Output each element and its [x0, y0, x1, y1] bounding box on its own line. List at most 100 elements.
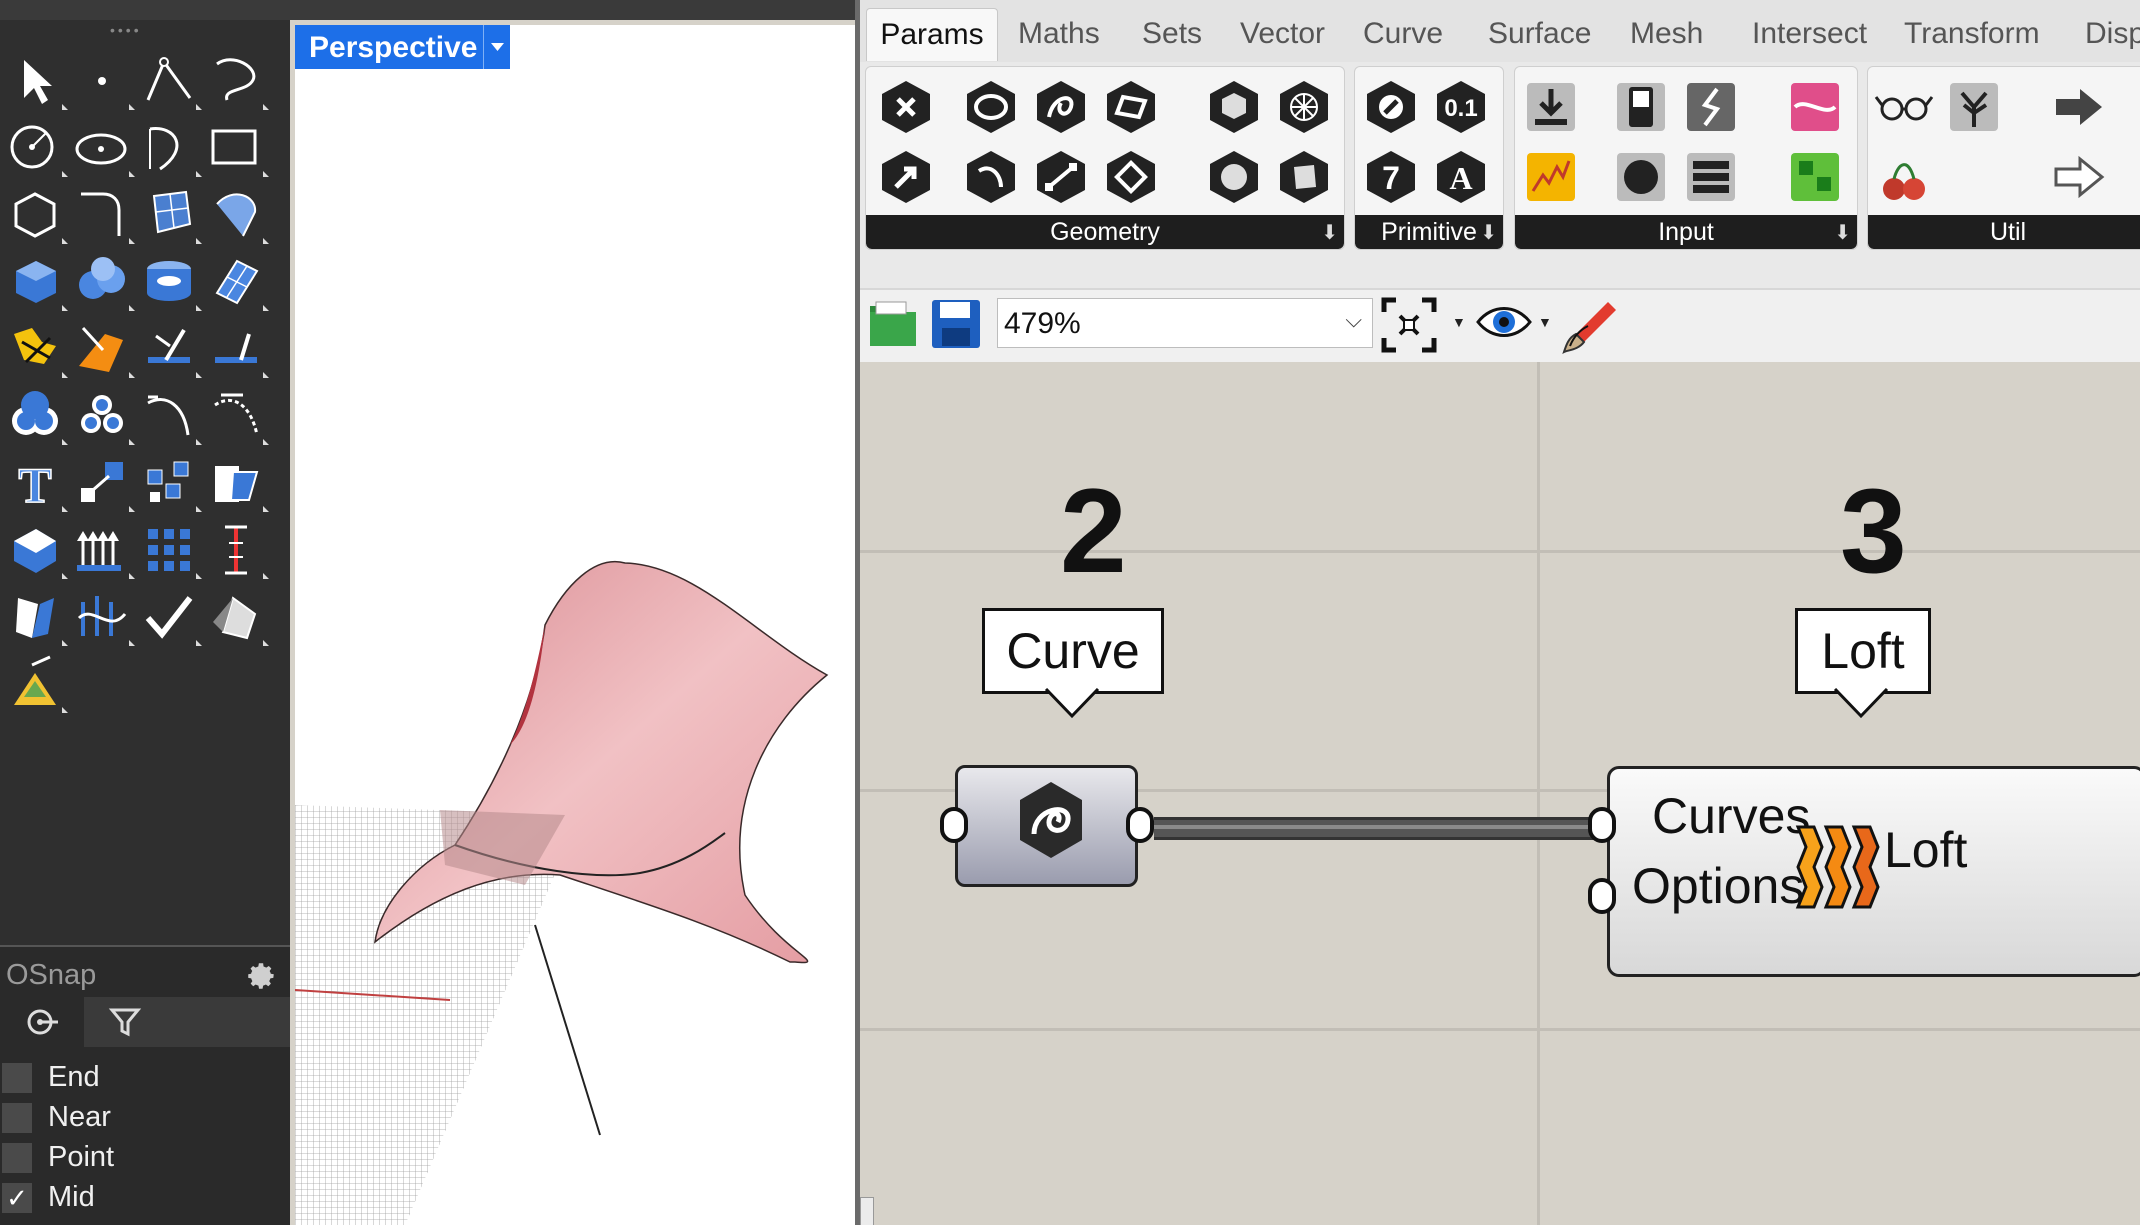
fillet-curve-icon[interactable]: [69, 182, 135, 248]
check-icon[interactable]: [136, 584, 202, 650]
sphere-icon[interactable]: [69, 249, 135, 315]
util-arrow-filled-icon[interactable]: [2048, 77, 2108, 137]
tab-curve[interactable]: Curve: [1363, 8, 1443, 60]
curve-input-grip[interactable]: [940, 807, 968, 843]
tab-intersect[interactable]: Intersect: [1752, 8, 1867, 60]
split-icon[interactable]: [69, 316, 135, 382]
osnap-checkbox[interactable]: [2, 1063, 32, 1093]
point-icon[interactable]: [69, 48, 135, 114]
osnap-item-end[interactable]: End: [0, 1057, 290, 1098]
render-mesh-icon[interactable]: [203, 584, 269, 650]
input-slider-icon[interactable]: [1681, 77, 1741, 137]
transform-icon[interactable]: [203, 450, 269, 516]
util-cherry-icon[interactable]: [1874, 147, 1934, 207]
tab-surface[interactable]: Surface: [1488, 8, 1591, 60]
lights-icon[interactable]: [2, 651, 68, 717]
zoom-extents-icon[interactable]: [1380, 296, 1438, 359]
box-icon[interactable]: [2, 249, 68, 315]
input-import-icon[interactable]: [1521, 77, 1581, 137]
surface-from-points-icon[interactable]: [136, 182, 202, 248]
loft-options-grip[interactable]: [1588, 878, 1616, 914]
group-expand-icon[interactable]: ⬇: [1321, 221, 1338, 245]
osnap-checkbox[interactable]: [2, 1103, 32, 1133]
input-toggle-icon[interactable]: [1611, 77, 1671, 137]
scale-icon[interactable]: [69, 450, 135, 516]
input-button-icon[interactable]: [1611, 147, 1671, 207]
open-file-icon[interactable]: [868, 298, 920, 355]
osnap-checkbox[interactable]: ✓: [2, 1183, 32, 1213]
param-surface-icon[interactable]: [1101, 77, 1161, 137]
param-integer-icon[interactable]: 7: [1361, 147, 1421, 207]
plane-surface-icon[interactable]: [203, 249, 269, 315]
loft-output-label[interactable]: Loft: [1884, 821, 1967, 879]
grasshopper-canvas[interactable]: 2 3 Curve Loft Curves Options Loft: [860, 362, 2140, 1225]
input-graph-icon[interactable]: [1521, 147, 1581, 207]
extrude-curve-icon[interactable]: [203, 182, 269, 248]
gear-icon[interactable]: [244, 959, 278, 998]
param-arc-icon[interactable]: [961, 147, 1021, 207]
tab-display[interactable]: Disp: [2085, 8, 2140, 60]
explode-icon[interactable]: [2, 316, 68, 382]
loft-component[interactable]: Curves Options Loft: [1607, 766, 2140, 977]
save-file-icon[interactable]: [928, 296, 984, 357]
tab-transform[interactable]: Transform: [1904, 8, 2040, 60]
tab-sets[interactable]: Sets: [1142, 8, 1202, 60]
text-icon[interactable]: T: [2, 450, 68, 516]
util-arrow-outline-icon[interactable]: [2048, 147, 2108, 207]
util-tree-icon[interactable]: [1944, 77, 2004, 137]
perspective-viewport[interactable]: Perspective: [295, 25, 855, 1225]
input-swatch-icon[interactable]: [1785, 147, 1845, 207]
param-text-icon[interactable]: A: [1431, 147, 1491, 207]
trim-icon[interactable]: [136, 316, 202, 382]
loft-curves-grip[interactable]: [1588, 807, 1616, 843]
join-icon[interactable]: [203, 316, 269, 382]
offset-curve-icon[interactable]: [136, 383, 202, 449]
polyline-icon[interactable]: [136, 48, 202, 114]
toolbar-grip[interactable]: ••••: [110, 23, 170, 37]
boolean-split-icon[interactable]: [69, 383, 135, 449]
param-boolean-icon[interactable]: [1361, 77, 1421, 137]
viewport-menu-dropdown[interactable]: [483, 25, 511, 69]
osnap-tab-snaps[interactable]: [0, 997, 84, 1047]
tab-vector[interactable]: Vector: [1240, 8, 1325, 60]
canvas-scroll-handle[interactable]: [860, 1197, 874, 1225]
param-geometry-icon[interactable]: [876, 77, 936, 137]
osnap-item-mid[interactable]: ✓ Mid: [0, 1177, 290, 1218]
preview-eye-icon[interactable]: [1474, 300, 1534, 349]
group-expand-icon[interactable]: ⬇: [1834, 221, 1851, 245]
param-mesh-icon[interactable]: [1274, 77, 1334, 137]
input-gradient-icon[interactable]: [1785, 77, 1845, 137]
solid-tools-icon[interactable]: [2, 517, 68, 583]
curve-tools-icon[interactable]: [69, 584, 135, 650]
curve-icon[interactable]: [203, 48, 269, 114]
analyze-icon[interactable]: [2, 584, 68, 650]
array-icon[interactable]: [136, 450, 202, 516]
dimension-icon[interactable]: [203, 517, 269, 583]
param-curve-icon[interactable]: [1031, 77, 1091, 137]
filter-icon[interactable]: [84, 997, 168, 1047]
loft-input-curves[interactable]: Curves: [1652, 787, 1810, 845]
rectangle-icon[interactable]: [203, 115, 269, 181]
boolean-union-icon[interactable]: [2, 383, 68, 449]
zoom-level-select[interactable]: 479% ⌵: [997, 298, 1373, 348]
curve-to-loft-wire[interactable]: [1154, 817, 1607, 840]
circle-icon[interactable]: [2, 115, 68, 181]
extrude-vertical-icon[interactable]: [69, 517, 135, 583]
osnap-item-near[interactable]: Near: [0, 1097, 290, 1138]
param-line-icon[interactable]: [1031, 147, 1091, 207]
param-mesh-face-icon[interactable]: [1274, 147, 1334, 207]
osnap-checkbox[interactable]: [2, 1143, 32, 1173]
ellipse-icon[interactable]: [69, 115, 135, 181]
tab-params[interactable]: Params: [866, 8, 998, 61]
osnap-item-point[interactable]: Point: [0, 1137, 290, 1178]
util-glasses-icon[interactable]: [1874, 77, 1934, 137]
param-box-icon[interactable]: [1204, 77, 1264, 137]
zoom-extents-dropdown[interactable]: ▼: [1452, 314, 1466, 330]
offset-surface-icon[interactable]: [203, 383, 269, 449]
sketch-brush-icon[interactable]: [1560, 296, 1620, 361]
cylinder-icon[interactable]: [136, 249, 202, 315]
param-plane-icon[interactable]: [1101, 147, 1161, 207]
select-arrow-icon[interactable]: [2, 48, 68, 114]
param-number-icon[interactable]: 0.1: [1431, 77, 1491, 137]
input-panel-icon[interactable]: [1681, 147, 1741, 207]
